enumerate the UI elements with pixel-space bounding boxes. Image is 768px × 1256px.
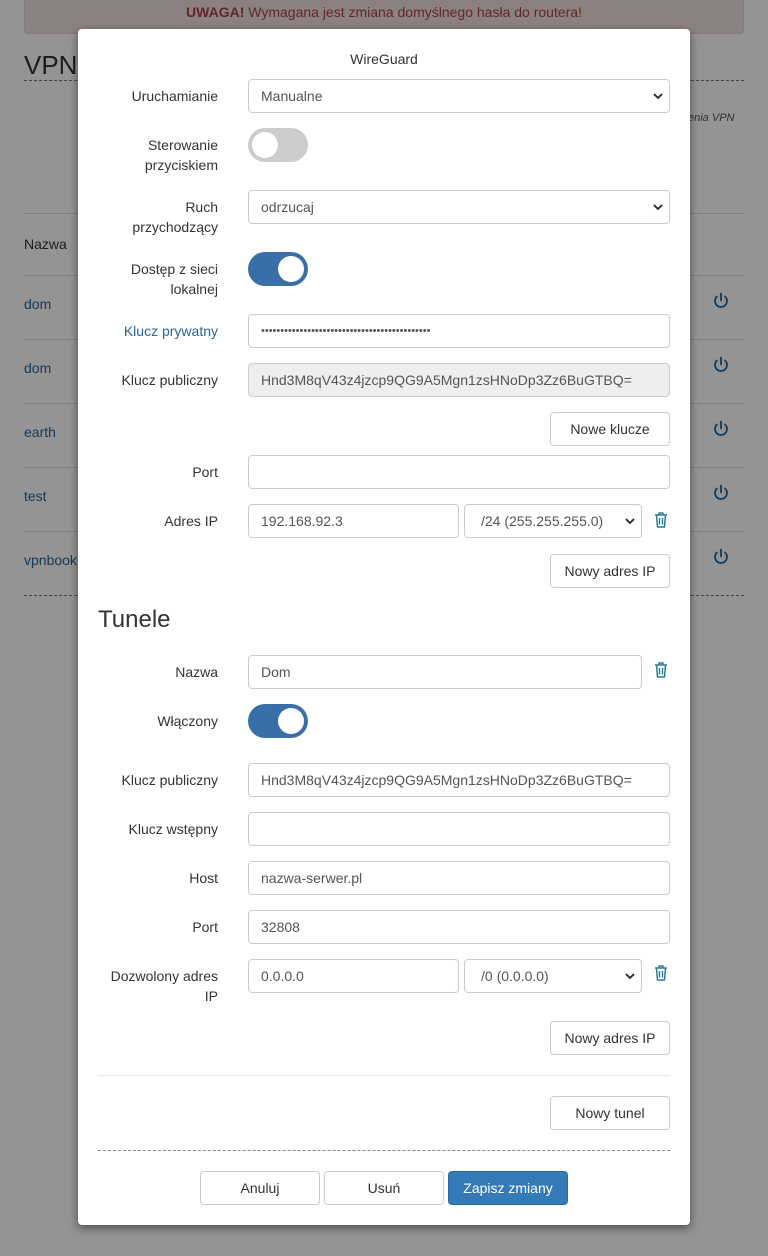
private-key-input[interactable]: ••••••••••••••••••••••••••••••••••••••••…: [248, 314, 670, 348]
toggle-knob: [278, 256, 304, 282]
chevron-down-icon: [625, 960, 635, 980]
divider: [98, 1075, 670, 1076]
ip-mask-value: /24 (255.255.255.0): [481, 513, 604, 529]
incoming-traffic-value: odrzucaj: [261, 199, 314, 215]
toggle-knob: [278, 708, 304, 734]
chevron-down-icon: [653, 191, 663, 211]
preshared-key-input[interactable]: [248, 812, 670, 846]
tunnel-public-key-label: Klucz publiczny: [121, 772, 219, 788]
cancel-button[interactable]: Anuluj: [200, 1171, 320, 1205]
new-tunnel-button[interactable]: Nowy tunel: [550, 1096, 670, 1130]
modal-title: WireGuard: [350, 51, 418, 67]
new-ip-button[interactable]: Nowy adres IP: [550, 554, 670, 588]
ip-address-label: Adres IP: [164, 513, 218, 529]
tunnel-public-key-input[interactable]: Hnd3M8qV43z4jzcp9QG9A5Mgn1zsHNoDp3Zz6BuG…: [248, 763, 670, 797]
port-label: Port: [192, 464, 218, 480]
host-input[interactable]: nazwa-serwer.pl: [248, 861, 670, 895]
trash-icon[interactable]: [653, 511, 669, 529]
toggle-knob: [252, 132, 278, 158]
chevron-down-icon: [625, 505, 635, 525]
incoming-traffic-label: Ruch przychodzący: [132, 199, 218, 235]
tunnel-port-label: Port: [192, 919, 218, 935]
host-label: Host: [189, 870, 218, 886]
tunnel-enabled-label: Włączony: [157, 713, 218, 729]
chevron-down-icon: [653, 80, 663, 100]
ip-mask-select[interactable]: /24 (255.255.255.0): [464, 504, 642, 538]
tunnel-enabled-toggle[interactable]: [248, 704, 308, 738]
public-key-field: Hnd3M8qV43z4jzcp9QG9A5Mgn1zsHNoDp3Zz6BuG…: [248, 363, 670, 397]
incoming-traffic-select[interactable]: odrzucaj: [248, 190, 670, 224]
startup-select-value: Manualne: [261, 88, 323, 104]
allowed-ip-mask-value: /0 (0.0.0.0): [481, 968, 549, 984]
divider: [98, 1150, 670, 1151]
private-key-label[interactable]: Klucz prywatny: [98, 321, 218, 341]
allowed-ip-label: Dozwolony adres IP: [110, 968, 218, 1004]
tunnel-name-input[interactable]: Dom: [248, 655, 642, 689]
lan-access-label: Dostęp z sieci lokalnej: [130, 261, 218, 297]
lan-access-toggle[interactable]: [248, 252, 308, 286]
preshared-key-label: Klucz wstępny: [128, 821, 218, 837]
wireguard-modal: WireGuard Uruchamianie Manualne Sterowan…: [78, 29, 690, 1225]
new-keys-button[interactable]: Nowe klucze: [550, 412, 670, 446]
button-control-toggle[interactable]: [248, 128, 308, 162]
button-control-label: Sterowanie przyciskiem: [144, 137, 218, 173]
tunnel-new-ip-button[interactable]: Nowy adres IP: [550, 1021, 670, 1055]
port-input[interactable]: [248, 455, 670, 489]
trash-icon[interactable]: [653, 964, 669, 982]
startup-label: Uruchamianie: [131, 88, 218, 104]
ip-address-input[interactable]: 192.168.92.3: [248, 504, 459, 538]
delete-button[interactable]: Usuń: [324, 1171, 444, 1205]
tunnel-name-label: Nazwa: [175, 664, 218, 680]
trash-icon[interactable]: [653, 661, 669, 679]
public-key-label: Klucz publiczny: [121, 372, 219, 388]
tunnel-port-input[interactable]: 32808: [248, 910, 670, 944]
tunnels-title: Tunele: [98, 606, 171, 633]
save-button[interactable]: Zapisz zmiany: [448, 1171, 568, 1205]
startup-select[interactable]: Manualne: [248, 79, 670, 113]
allowed-ip-input[interactable]: 0.0.0.0: [248, 959, 459, 993]
allowed-ip-mask-select[interactable]: /0 (0.0.0.0): [464, 959, 642, 993]
